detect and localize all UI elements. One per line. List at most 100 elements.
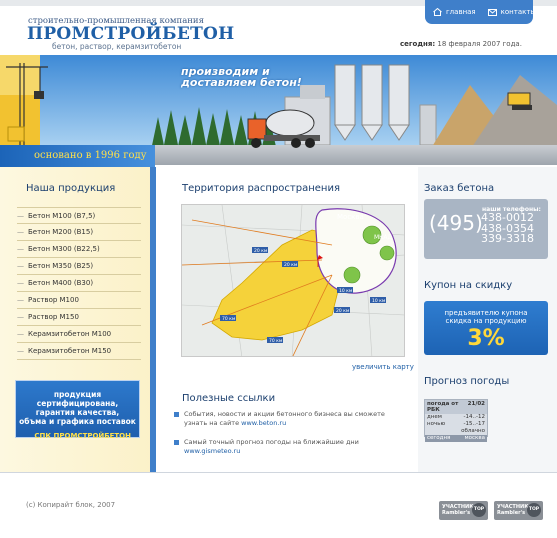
weather-title: Прогноз погоды	[424, 376, 510, 387]
product-item[interactable]: — Керамзитобетон М100	[17, 326, 141, 343]
link-beton[interactable]: www.beton.ru	[241, 419, 286, 427]
nav-home-label: главная	[446, 8, 476, 16]
product-label: Бетон М100 (В7,5)	[28, 211, 96, 220]
nav-contacts[interactable]: контакты	[487, 8, 536, 16]
dash-icon: —	[17, 313, 24, 321]
map-km-label: 20 км	[336, 308, 349, 314]
map-label-moscow: Москва	[337, 213, 364, 221]
weather-row-label: днем	[427, 414, 442, 420]
weather-row-night: ночью -15..-17	[425, 421, 487, 428]
product-item[interactable]: — Бетон М100 (В7,5)	[17, 207, 141, 224]
map-km-label: 20 км	[254, 248, 267, 254]
product-item[interactable]: — Бетон М200 (В15)	[17, 224, 141, 241]
certificate-banner[interactable]: продукция сертифицирована, гарантия каче…	[15, 380, 140, 441]
bullet-icon	[174, 412, 179, 417]
weather-row-value: -15..-17	[463, 421, 485, 427]
date-line: сегодня: 18 февраля 2007 года.	[400, 40, 522, 48]
nav-home[interactable]: главная	[433, 8, 476, 16]
product-label: Бетон М400 (В30)	[28, 279, 94, 287]
rambler-top100-badge[interactable]: УЧАСТНИК Rambler's TOP 100	[494, 501, 543, 526]
map-label-mkad: МКАД	[374, 234, 393, 241]
cert-line-3: объма и графика поставок	[19, 417, 136, 426]
product-item[interactable]: — Бетон М350 (В25)	[17, 258, 141, 275]
link-gismeteo[interactable]: www.gismeteo.ru	[184, 447, 240, 455]
coupon-line-1: предъявителю купона	[444, 309, 528, 317]
silos	[334, 64, 410, 141]
weather-footer-right: москва	[464, 435, 485, 441]
link-item: События, новости и акции бетонного бизне…	[174, 410, 408, 428]
dash-icon: —	[17, 245, 24, 253]
copyright: (с) Копирайт блок, 2007	[26, 501, 116, 509]
weather-widget-title: погода от РБК	[427, 401, 459, 413]
product-label: Бетон М200 (В15)	[28, 228, 94, 236]
footer-divider	[0, 472, 557, 473]
weather-row-label: ночью	[427, 421, 446, 427]
coupon-title: Купон на скидку	[424, 280, 513, 291]
weather-footer-left: сегодня	[427, 435, 451, 441]
product-item[interactable]: — Раствор М100	[17, 292, 141, 309]
map-km-label: 70 км	[222, 316, 235, 322]
top100-icon: TOP 100	[472, 503, 486, 526]
dash-icon: —	[17, 296, 24, 304]
rambler-top100-badge[interactable]: УЧАСТНИК Rambler's TOP 100	[439, 501, 488, 526]
product-label: Раствор М150	[28, 313, 79, 321]
product-item[interactable]: — Керамзитобетон М150	[17, 343, 141, 360]
cert-line-1: продукция сертифицирована,	[36, 390, 119, 408]
product-item[interactable]: — Бетон М400 (В30)	[17, 275, 141, 292]
weather-date: 21/02	[467, 401, 485, 407]
weather-row-day: днем -14..-12	[425, 414, 487, 421]
dash-icon: —	[17, 279, 24, 287]
map-km-label: 10 км	[372, 298, 385, 304]
product-item[interactable]: — Раствор М150	[17, 309, 141, 326]
dash-icon: —	[17, 262, 24, 270]
dash-icon: —	[17, 228, 24, 236]
coupon-line-2: скидка на продукцию	[445, 317, 527, 325]
enlarge-map-link[interactable]: увеличить карту	[352, 363, 414, 371]
phone-numbers: 438-0012 438-0354 339-3318	[481, 212, 534, 245]
banner-slogan: производим и доставляем бетон!	[181, 66, 302, 88]
left-column-edge	[150, 167, 156, 472]
cert-link[interactable]: СПК ПРОМСТРОЙБЕТОН	[16, 432, 139, 441]
coupon-box[interactable]: предъявителю купона скидка на продукцию …	[424, 301, 548, 355]
products-list: — Бетон М100 (В7,5) — Бетон М200 (В15) — Бе…	[17, 207, 141, 360]
mail-icon	[487, 8, 497, 16]
product-label: Бетон М350 (В25)	[28, 262, 94, 270]
phone-number: 339-3318	[481, 232, 534, 245]
phone-code: (495)	[429, 211, 483, 235]
cert-line-2: гарантия качества,	[35, 408, 120, 417]
order-title: Заказ бетона	[424, 183, 495, 194]
date-label: сегодня:	[400, 40, 436, 48]
weather-header: погода от РБК 21/02	[425, 400, 487, 414]
product-label: Раствор М100	[28, 296, 79, 304]
founded-banner: основано в 1996 году	[0, 145, 155, 167]
product-label: Бетон М300 (В22,5)	[28, 245, 100, 253]
links-title: Полезные ссылки	[182, 393, 276, 404]
product-label: Керамзитобетон М100	[28, 330, 112, 338]
weather-widget[interactable]: погода от РБК 21/02 днем -14..-12 ночью …	[424, 399, 488, 442]
link-item: Самый точный прогноз погоды на ближайшие…	[174, 438, 408, 456]
dash-icon: —	[17, 211, 24, 220]
slogan-line-2: доставляем бетон!	[181, 76, 302, 89]
map-km-label: 70 км	[269, 338, 282, 344]
map-km-label: 20 км	[284, 262, 297, 268]
phone-box: (495) наши телефоны: 438-0012 438-0354 3…	[424, 199, 548, 259]
link-text: Самый точный прогноз погоды на ближайшие…	[184, 438, 359, 446]
product-item[interactable]: — Бетон М300 (В22,5)	[17, 241, 141, 258]
nav-contacts-label: контакты	[500, 8, 536, 16]
dash-icon: —	[17, 347, 24, 355]
bullet-icon	[174, 440, 179, 445]
weather-condition-row: облачно	[425, 428, 487, 435]
territory-title: Территория распространения	[182, 183, 340, 194]
company-logo[interactable]: ПРОМСТРОЙБЕТОН	[27, 24, 235, 44]
map-illustration: Москва МКАД 20 км 20 км 10 км 20 км 70 к…	[182, 205, 404, 356]
product-label: Керамзитобетон М150	[28, 347, 112, 355]
weather-footer: сегодня москва	[425, 435, 487, 442]
weather-condition: облачно	[461, 428, 485, 434]
weather-row-value: -14..-12	[463, 414, 485, 420]
top100-icon: TOP 100	[527, 503, 541, 526]
products-title: Наша продукция	[26, 183, 116, 194]
territory-map[interactable]: Москва МКАД 20 км 20 км 10 км 20 км 70 к…	[181, 204, 405, 357]
home-icon	[433, 8, 442, 16]
map-km-label: 10 км	[339, 288, 352, 294]
top-nav: главная контакты	[425, 0, 536, 24]
